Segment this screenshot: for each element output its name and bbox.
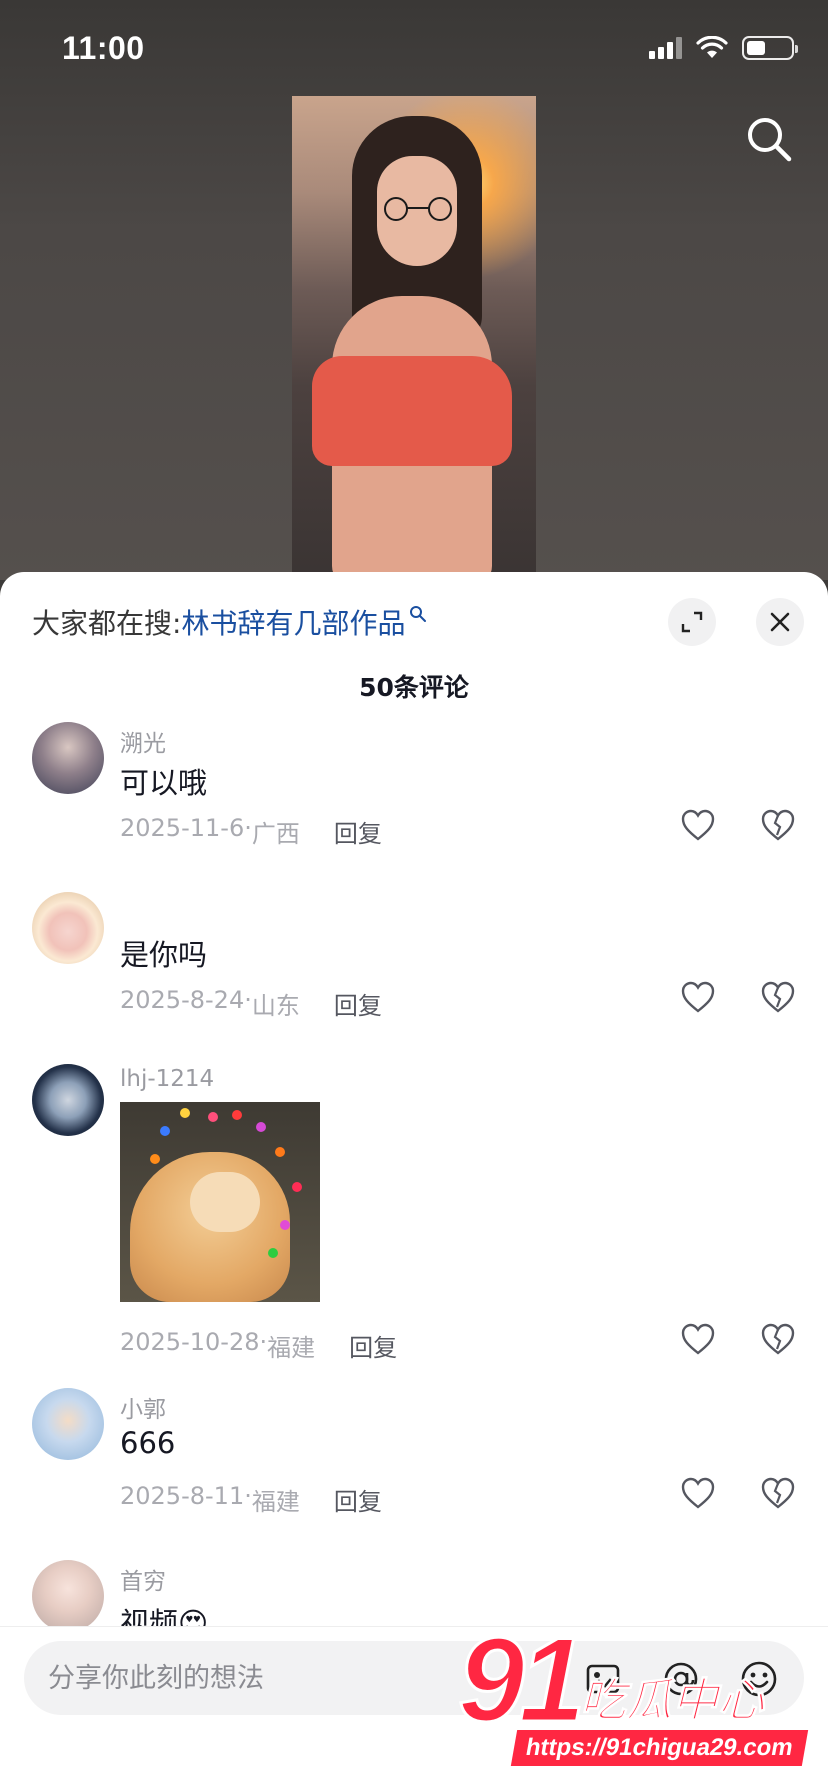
keyword-search-icon — [410, 606, 427, 622]
comment-meta: 2025-8-11 · 福建 回复 — [120, 1482, 382, 1517]
cellular-signal-icon — [649, 37, 682, 59]
like-icon[interactable] — [680, 808, 716, 842]
sticker-image[interactable] — [120, 1102, 320, 1302]
comment-sheet: 大家都在搜: 林书辞有几部作品 50条评论 溯光 可以哦 2025-11-6 · 广… — [0, 572, 828, 1792]
like-icon[interactable] — [680, 1476, 716, 1510]
comment-location: 广西 — [251, 820, 300, 848]
comment-text: 是你吗 — [120, 938, 208, 972]
comment-meta: 2025-10-28 · 福建 回复 — [120, 1328, 398, 1363]
sticker-cat-face — [190, 1172, 260, 1232]
close-icon — [770, 612, 790, 632]
dislike-icon[interactable] — [760, 1322, 796, 1356]
video-figure-glasses — [384, 197, 452, 221]
avatar[interactable] — [32, 1064, 104, 1136]
watermark-logo: 91 吃瓜中心 https://91chigua29.com — [448, 1613, 808, 1770]
comment-location: 山东 — [251, 992, 300, 1020]
comment-date: 2025-11-6 — [120, 814, 245, 842]
video-player[interactable]: 11:00 — [0, 0, 828, 580]
comment-nick[interactable]: 首穷 — [120, 1562, 166, 1596]
dislike-icon[interactable] — [760, 1476, 796, 1510]
avatar[interactable] — [32, 1388, 104, 1460]
comment-meta: 2025-8-24 · 山东 回复 — [120, 986, 382, 1021]
expand-icon — [681, 611, 703, 633]
comment-date: 2025-8-11 — [120, 1482, 245, 1510]
comment-location: 福建 — [267, 1334, 316, 1362]
comment-text: 可以哦 — [120, 766, 208, 800]
avatar[interactable] — [32, 1560, 104, 1632]
reply-button[interactable]: 回复 — [349, 1328, 397, 1363]
watermark-name: 吃瓜中心 — [580, 1673, 765, 1728]
hot-search-prefix: 大家都在搜: — [32, 607, 182, 640]
status-bar: 11:00 — [0, 0, 828, 96]
status-icons — [649, 36, 798, 60]
comment-nick[interactable]: 溯光 — [120, 724, 166, 758]
video-thumbnail[interactable] — [292, 96, 536, 580]
battery-icon — [742, 36, 798, 60]
comment-nick[interactable]: 小郭 — [120, 1390, 166, 1424]
avatar[interactable] — [32, 892, 104, 964]
comment-input[interactable] — [48, 1641, 508, 1715]
comment-count: 50条评论 — [359, 673, 469, 702]
comment-nick[interactable]: lhj-1214 — [120, 1066, 214, 1092]
dislike-icon[interactable] — [760, 808, 796, 842]
video-figure-top — [312, 356, 512, 466]
watermark-url: https://91chigua29.com — [510, 1730, 808, 1766]
watermark-number: 91 — [456, 1613, 587, 1747]
avatar[interactable] — [32, 722, 104, 794]
hot-search-keyword[interactable]: 林书辞有几部作品 — [181, 602, 405, 642]
comment-text: 666 — [120, 1426, 176, 1460]
dislike-icon[interactable] — [760, 980, 796, 1014]
status-time: 11:00 — [62, 30, 145, 66]
comment-meta: 2025-11-6 · 广西 回复 — [120, 814, 382, 849]
expand-button[interactable] — [668, 598, 716, 646]
reply-button[interactable]: 回复 — [334, 814, 382, 849]
comment-date: 2025-10-28 — [120, 1328, 260, 1356]
like-icon[interactable] — [680, 980, 716, 1014]
reply-button[interactable]: 回复 — [334, 1482, 382, 1517]
close-button[interactable] — [756, 598, 804, 646]
like-icon[interactable] — [680, 1322, 716, 1356]
reply-button[interactable]: 回复 — [334, 986, 382, 1021]
wifi-icon — [696, 36, 728, 58]
comment-location: 福建 — [251, 1488, 300, 1516]
hot-search-banner[interactable]: 大家都在搜: 林书辞有几部作品 — [32, 602, 427, 642]
search-icon[interactable] — [744, 114, 794, 164]
comment-date: 2025-8-24 — [120, 986, 245, 1014]
